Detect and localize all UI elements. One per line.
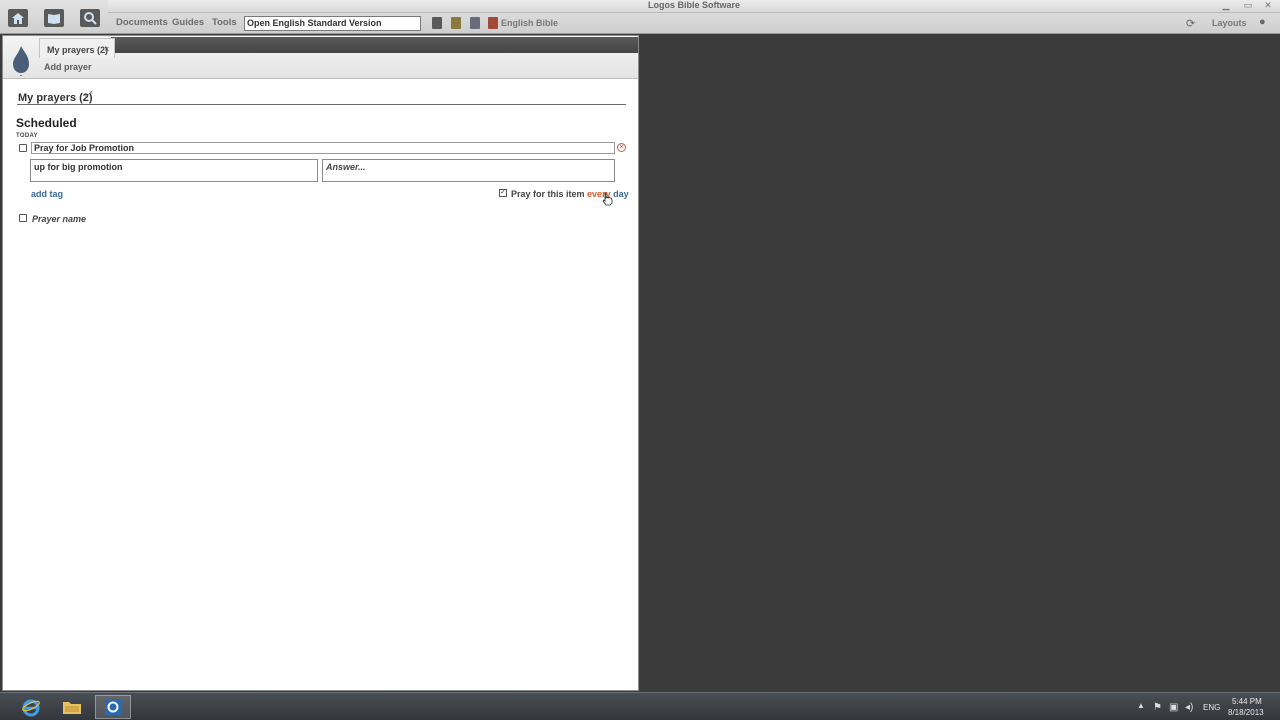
prayer-checkbox[interactable] <box>19 144 27 152</box>
logos-taskbar-button[interactable] <box>95 695 131 719</box>
bible-go-box[interactable]: Open English Standard Version <box>244 16 421 31</box>
maximize-icon[interactable]: ▭ <box>1242 0 1254 10</box>
title-divider <box>17 104 626 105</box>
home-icon <box>12 12 24 24</box>
schedule-checkbox[interactable]: ✓ <box>499 189 507 197</box>
add-prayer-button[interactable]: Add prayer <box>44 62 92 72</box>
close-window-icon[interactable]: ✕ <box>1262 0 1274 10</box>
new-prayer-name-field[interactable]: Prayer name <box>32 214 86 224</box>
minimize-icon[interactable]: ▁ <box>1220 0 1232 10</box>
folder-icon <box>63 702 81 714</box>
display-icon[interactable]: ▣ <box>1169 702 1178 713</box>
windows-taskbar: ▲ ⚑ ▣ ◂) ENG 5:44 PM 8/18/2013 <box>0 692 1280 720</box>
file-explorer-button[interactable] <box>54 695 90 719</box>
reading-icon[interactable] <box>470 17 480 29</box>
show-hidden-icons[interactable]: ▲ <box>1137 701 1145 710</box>
tools-menu[interactable]: Tools <box>212 17 237 28</box>
book-icon <box>48 14 60 24</box>
volume-icon[interactable]: ◂) <box>1185 702 1193 713</box>
schedule-unit-link[interactable]: day <box>613 189 629 199</box>
tab-my-prayers[interactable]: My prayers (2) × <box>39 38 115 58</box>
main-toolbar: Logos Bible Software ▁ ▭ ✕ Documents Gui… <box>0 0 1280 34</box>
tab-close-icon[interactable]: × <box>104 44 109 54</box>
library-button[interactable] <box>44 9 64 27</box>
title-bar: Logos Bible Software ▁ ▭ ✕ <box>108 0 1280 13</box>
flame-icon <box>13 46 29 77</box>
documents-menu[interactable]: Documents <box>116 17 168 28</box>
bible-icon[interactable] <box>432 17 442 29</box>
parallel-bible-icon[interactable] <box>488 17 498 29</box>
expand-icon[interactable]: ⤢ <box>85 89 92 100</box>
home-button[interactable] <box>8 9 28 27</box>
clock-time[interactable]: 5:44 PM <box>1232 697 1262 706</box>
add-tag-link[interactable]: add tag <box>31 189 63 199</box>
tab-strip <box>111 37 638 53</box>
internet-explorer-button[interactable] <box>13 695 49 719</box>
new-prayer-checkbox[interactable] <box>19 214 27 222</box>
logos-app-icon <box>105 699 121 715</box>
search-button[interactable] <box>80 9 100 27</box>
page-title: My prayers (2) <box>18 92 93 104</box>
tab-label: My prayers (2) <box>47 45 109 55</box>
language-indicator[interactable]: ENG <box>1203 703 1220 712</box>
action-center-icon[interactable]: ⚑ <box>1153 702 1162 713</box>
internet-explorer-icon <box>22 699 40 717</box>
clock-date[interactable]: 8/18/2013 <box>1228 708 1264 717</box>
day-label: TODAY <box>16 133 38 139</box>
sync-icon[interactable]: ⟳ <box>1186 17 1195 30</box>
search-icon <box>84 12 97 25</box>
prayer-list-menu-button[interactable] <box>9 44 33 77</box>
panel-header: My prayers (2) × Add prayer <box>3 36 638 79</box>
prayer-details-field[interactable]: up for big promotion <box>30 159 318 182</box>
hand-cursor-icon <box>602 192 613 206</box>
schedule-prefix: Pray for this item <box>511 189 585 199</box>
window-title: Logos Bible Software <box>647 0 740 10</box>
help-icon[interactable]: ● <box>1259 16 1266 28</box>
answer-field[interactable]: Answer... <box>322 159 615 182</box>
guides-menu[interactable]: Guides <box>172 17 204 28</box>
parallel-bible-label[interactable]: English Bible <box>501 18 558 28</box>
section-title: Scheduled <box>16 116 77 130</box>
prayer-list-panel: My prayers (2) × Add prayer My prayers (… <box>2 35 639 691</box>
passage-guide-icon[interactable] <box>451 17 461 29</box>
layouts-menu[interactable]: Layouts <box>1212 18 1247 28</box>
prayer-title-field[interactable]: Pray for Job Promotion <box>31 142 615 154</box>
delete-icon[interactable]: ✕ <box>617 143 626 152</box>
